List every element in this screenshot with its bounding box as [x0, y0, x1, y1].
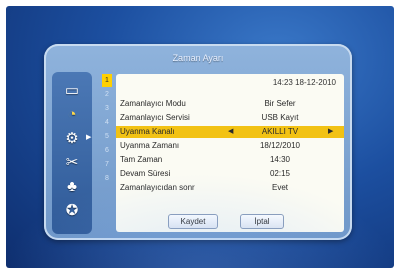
field-value: 14:30: [269, 155, 291, 164]
field-label: Tam Zaman: [120, 155, 163, 164]
sidebar-selection-arrow-icon: ▶: [86, 134, 92, 141]
field-label: Devam Süresi: [120, 169, 171, 178]
field-value: USB Kayıt: [261, 113, 299, 122]
save-button[interactable]: Kaydet: [168, 214, 218, 229]
field-timer-service[interactable]: Zamanlayıcı Servisi USB Kayıt: [116, 112, 344, 124]
media-reel-icon[interactable]: ✪: [60, 200, 84, 220]
tv-screen: Zaman Ayarı ▭ ◔ ⚙ ✂ ♣ ✪ ▶ 1 2 3 4 5 6 7 …: [6, 6, 394, 268]
timer-number-8[interactable]: 8: [102, 172, 112, 185]
field-label: Uyanma Kanalı: [120, 127, 175, 136]
timer-number-2[interactable]: 2: [102, 88, 112, 101]
field-duration[interactable]: Devam Süresi 02:15: [116, 168, 344, 180]
gear-icon[interactable]: ⚙: [60, 128, 84, 148]
timer-detail-panel: 14:23 18-12-2010 Zamanlayıcı Modu Bir Se…: [116, 74, 344, 232]
timer-number-6[interactable]: 6: [102, 144, 112, 157]
field-wakeup-channel[interactable]: Uyanma Kanalı ◀ AKILLI TV ▶: [116, 126, 344, 138]
satellite-dish-icon[interactable]: ◔: [60, 104, 84, 124]
field-value: 18/12/2010: [259, 141, 301, 150]
dialog-title: Zaman Ayarı: [172, 53, 224, 63]
field-exact-time[interactable]: Tam Zaman 14:30: [116, 154, 344, 166]
chevron-right-icon[interactable]: ▶: [328, 126, 333, 138]
timer-number-4[interactable]: 4: [102, 116, 112, 129]
tools-icon[interactable]: ✂: [60, 152, 84, 172]
field-after-timer[interactable]: Zamanlayıcıdan sonr Evet: [116, 182, 344, 194]
field-value: Evet: [271, 183, 288, 192]
field-label: Zamanlayıcı Servisi: [120, 113, 190, 122]
field-value: Bir Sefer: [264, 99, 296, 108]
timer-number-list: 1 2 3 4 5 6 7 8: [102, 74, 112, 232]
timer-number-3[interactable]: 3: [102, 102, 112, 115]
field-label: Uyanma Zamanı: [120, 141, 180, 150]
tv-icon[interactable]: ▭: [60, 80, 84, 100]
timer-settings-dialog: Zaman Ayarı ▭ ◔ ⚙ ✂ ♣ ✪ ▶ 1 2 3 4 5 6 7 …: [44, 44, 352, 240]
timer-number-7[interactable]: 7: [102, 158, 112, 171]
field-timer-mode[interactable]: Zamanlayıcı Modu Bir Sefer: [116, 98, 344, 110]
field-label: Zamanlayıcıdan sonr: [120, 183, 195, 192]
field-value: 02:15: [269, 169, 291, 178]
parental-users-icon[interactable]: ♣: [60, 176, 84, 196]
current-datetime: 14:23 18-12-2010: [272, 78, 336, 87]
field-value: AKILLI TV: [261, 127, 299, 136]
field-label: Zamanlayıcı Modu: [120, 99, 186, 108]
chevron-left-icon[interactable]: ◀: [228, 126, 233, 138]
timer-number-1[interactable]: 1: [102, 74, 112, 87]
field-wakeup-time[interactable]: Uyanma Zamanı 18/12/2010: [116, 140, 344, 152]
menu-sidebar: ▭ ◔ ⚙ ✂ ♣ ✪: [52, 72, 92, 234]
cancel-button[interactable]: İptal: [240, 214, 284, 229]
timer-number-5[interactable]: 5: [102, 130, 112, 143]
